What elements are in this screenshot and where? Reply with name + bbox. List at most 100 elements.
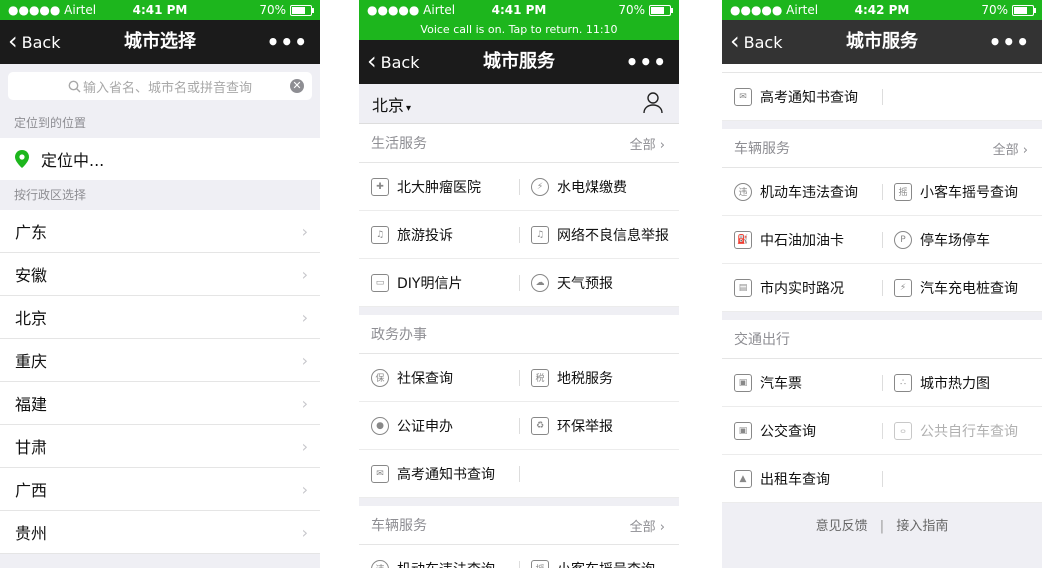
service-item[interactable]: 违机动车违法查询: [722, 168, 882, 215]
section-title: 交通出行: [734, 332, 790, 348]
nav-bar: ‹ Back 城市服务 •••: [722, 20, 1042, 64]
voice-call-banner[interactable]: Voice call is on. Tap to return. 11:10: [359, 20, 679, 40]
section-header: 交通出行: [722, 320, 1042, 359]
service-item[interactable]: ♫ 旅游投诉: [359, 211, 519, 258]
province-label: 福建: [15, 395, 48, 414]
service-item[interactable]: ♫ 网络不良信息举报: [519, 211, 679, 258]
service-row: ♫ 旅游投诉 ♫ 网络不良信息举报: [359, 211, 679, 259]
battery-indicator: 70%: [981, 3, 1036, 17]
more-button[interactable]: •••: [989, 20, 1030, 64]
service-item[interactable]: ▤ 市内实时路况: [722, 264, 882, 311]
service-item[interactable]: 税地税服务: [519, 354, 679, 401]
service-row: ▭ DIY明信片 ☁ 天气预报: [359, 259, 679, 307]
service-label: 停车场停车: [920, 232, 990, 249]
bicycle-icon: ⴰ: [894, 421, 912, 440]
location-text: 定位中...: [41, 151, 105, 170]
service-item[interactable]: ∴ 城市热力图: [882, 359, 1042, 406]
service-item[interactable]: ✉ 高考通知书查询: [359, 450, 519, 497]
taxi-icon: ▲: [734, 469, 752, 488]
battery-icon: [290, 4, 314, 16]
footer-separator: |: [879, 519, 885, 534]
service-label: 旅游投诉: [397, 227, 453, 244]
service-item[interactable]: ⚡ 汽车充电桩查询: [882, 264, 1042, 311]
service-label: 高考通知书查询: [760, 89, 858, 106]
service-item[interactable]: ▣ 公交查询: [722, 407, 882, 454]
search-input[interactable]: 输入省名、城市名或拼音查询 ✕: [8, 72, 312, 100]
service-item[interactable]: ✚ 北大肿瘤医院: [359, 163, 519, 210]
service-row: 违机动车违法查询摇小客车摇号查询: [359, 545, 679, 568]
service-label: 机动车违法查询: [397, 559, 495, 568]
feedback-link[interactable]: 意见反馈: [816, 519, 868, 534]
service-label: DIY明信片: [397, 275, 463, 292]
car-lottery-icon: 摇: [531, 559, 549, 568]
user-icon[interactable]: [643, 92, 663, 114]
battery-icon: [1012, 4, 1036, 16]
service-item[interactable]: 保社保查询: [359, 354, 519, 401]
province-item[interactable]: 贵州 ›: [0, 511, 320, 554]
more-button[interactable]: •••: [267, 20, 308, 64]
search-icon: [68, 80, 81, 92]
service-label: 高考通知书查询: [397, 466, 495, 483]
chevron-right-icon: ›: [301, 437, 308, 456]
service-label: 出租车查询: [760, 471, 830, 488]
province-item[interactable]: 甘肃 ›: [0, 425, 320, 468]
service-item[interactable]: ⛽ 中石油加油卡: [722, 216, 882, 263]
empty-service-cell: [519, 450, 679, 497]
province-item[interactable]: 重庆 ›: [0, 339, 320, 382]
exam-notice-icon: ✉: [371, 464, 389, 483]
section-divider: [359, 307, 679, 315]
battery-percent: 70%: [618, 3, 645, 17]
service-item[interactable]: 摇小客车摇号查询: [882, 168, 1042, 215]
service-label: 水电煤缴费: [557, 179, 627, 196]
see-all-link[interactable]: 全部 ›: [993, 139, 1028, 158]
more-button[interactable]: •••: [626, 40, 667, 84]
city-selector[interactable]: 北京 ▾: [372, 92, 411, 116]
service-item[interactable]: ✉ 高考通知书查询: [722, 73, 882, 120]
section-header: 生活服务 全部 ›: [359, 124, 679, 163]
service-item[interactable]: ☁ 天气预报: [519, 259, 679, 306]
service-label: 中石油加油卡: [760, 232, 844, 249]
province-item[interactable]: 福建 ›: [0, 382, 320, 425]
section-divider: [722, 312, 1042, 320]
service-item[interactable]: ♻ 环保举报: [519, 402, 679, 449]
chevron-right-icon: ›: [655, 137, 665, 153]
service-label: 汽车票: [760, 375, 802, 392]
chevron-right-icon: ›: [1018, 142, 1028, 158]
province-item[interactable]: 安徽 ›: [0, 253, 320, 296]
tax-icon: 税: [531, 368, 549, 387]
city-selector-bar: 北京 ▾: [359, 84, 679, 124]
section-title: 车辆服务: [734, 141, 790, 157]
service-label: 天气预报: [557, 275, 613, 292]
province-item[interactable]: 北京 ›: [0, 296, 320, 339]
service-item[interactable]: 摇小客车摇号查询: [519, 545, 679, 568]
city-services-scrolled-screen: ●●●●● Airtel 4:42 PM 70% ‹ Back 城市服务 •••…: [722, 0, 1042, 568]
province-item[interactable]: 广西 ›: [0, 468, 320, 511]
status-bar: ●●●●● Airtel 4:41 PM 70%: [359, 0, 679, 20]
service-item[interactable]: ▲ 出租车查询: [722, 455, 882, 502]
utility-icon: ⚡: [531, 177, 549, 196]
guide-link[interactable]: 接入指南: [896, 519, 948, 534]
service-item[interactable]: ▭ DIY明信片: [359, 259, 519, 306]
service-item[interactable]: ⚡ 水电煤缴费: [519, 163, 679, 210]
see-all-link[interactable]: 全部 ›: [630, 134, 665, 153]
scroll-top-edge: [722, 64, 1042, 73]
service-item[interactable]: P 停车场停车: [882, 216, 1042, 263]
service-row: ▤ 市内实时路况 ⚡ 汽车充电桩查询: [722, 264, 1042, 312]
province-item[interactable]: 广东 ›: [0, 210, 320, 253]
empty-service-cell: [882, 455, 1042, 502]
status-bar: ●●●●● Airtel 4:41 PM 70%: [0, 0, 320, 20]
clear-icon[interactable]: ✕: [290, 79, 304, 93]
service-label: 网络不良信息举报: [557, 227, 669, 244]
service-row: ✉ 高考通知书查询: [359, 450, 679, 498]
service-item[interactable]: ▣ 汽车票: [722, 359, 882, 406]
service-item: ⴰ 公共自行车查询: [882, 407, 1042, 454]
service-sections: 车辆服务 全部 › 违机动车违法查询摇小客车摇号查询 ⛽ 中石油加油卡 P 停车场停车 ▤ 市内…: [722, 121, 1042, 503]
see-all-link[interactable]: 全部 ›: [630, 516, 665, 535]
province-label: 贵州: [15, 524, 48, 543]
current-location-row[interactable]: 定位中...: [0, 138, 320, 180]
section-header: 政务办事: [359, 315, 679, 354]
city-select-screen: ●●●●● Airtel 4:41 PM 70% ‹ Back 城市选择 •••…: [0, 0, 320, 568]
service-item[interactable]: ● 公证申办: [359, 402, 519, 449]
chevron-right-icon: ›: [301, 308, 308, 327]
service-item[interactable]: 违机动车违法查询: [359, 545, 519, 568]
